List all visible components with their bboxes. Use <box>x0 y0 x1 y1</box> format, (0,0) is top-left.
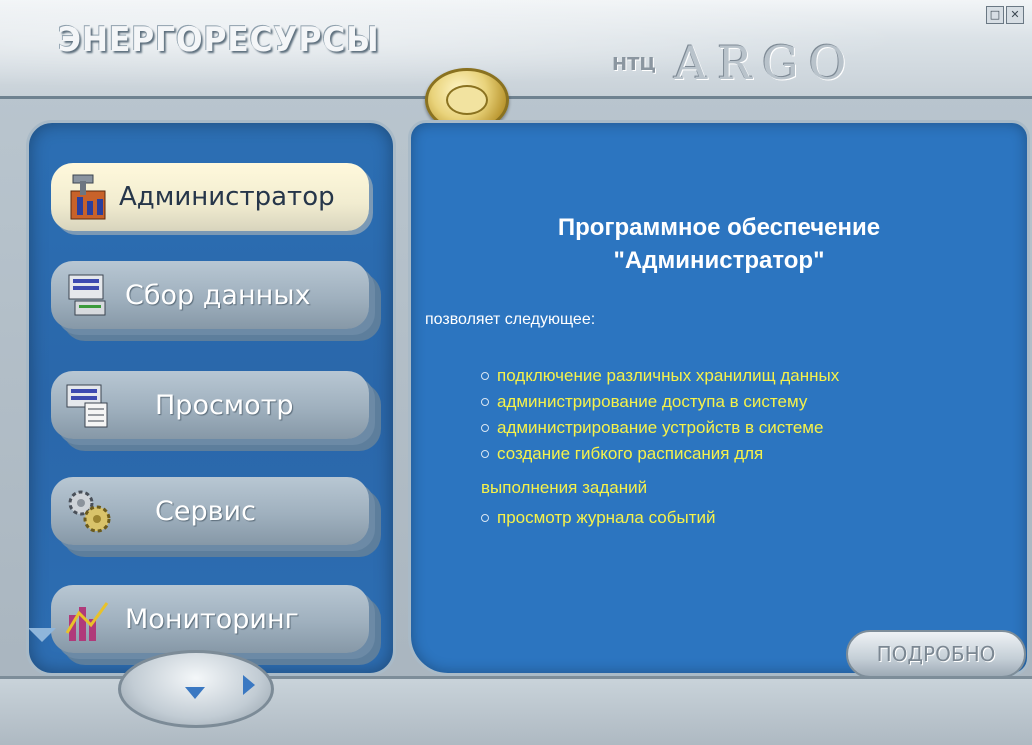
details-button-label: ПОДРОБНО <box>876 642 996 666</box>
argo-logo-text: ARGO <box>674 36 857 90</box>
sidebar-item-administrator[interactable]: Администратор <box>51 163 369 231</box>
list-item: просмотр журнала событий <box>481 505 1001 531</box>
description-panel: Программное обеспечение "Администратор" … <box>408 120 1030 676</box>
sidebar-item-view[interactable]: Просмотр <box>51 371 369 439</box>
header-bar: ЭНЕРГОРЕСУРСЫ НТЦ ARGO □ ✕ <box>0 0 1032 99</box>
sidebar-nav: Администратор Сбор данных Просмотр Серви… <box>26 120 396 676</box>
list-item: администрирование доступа в систему <box>481 389 1001 415</box>
feature-list: подключение различных хранилищ данных ад… <box>481 363 1001 531</box>
chevron-down-icon[interactable] <box>185 687 205 699</box>
maximize-button[interactable]: □ <box>986 6 1004 24</box>
view-icon <box>63 379 115 431</box>
sidebar-item-label: Сервис <box>155 495 256 527</box>
ntc-label: НТЦ <box>612 54 657 75</box>
sidebar-item-label: Мониторинг <box>125 603 299 635</box>
sidebar-item-data-collection[interactable]: Сбор данных <box>51 261 369 329</box>
sidebar-item-label: Просмотр <box>155 389 294 421</box>
sidebar-item-label: Администратор <box>119 182 335 212</box>
details-button[interactable]: ПОДРОБНО <box>846 630 1026 678</box>
list-item-text: создание гибкого расписания для <box>497 444 764 463</box>
page-title: Программное обеспечение "Администратор" <box>411 211 1027 277</box>
title-line-1: Программное обеспечение <box>557 214 881 241</box>
close-button[interactable]: ✕ <box>1006 6 1024 24</box>
brand-logo-text: ЭНЕРГОРЕСУРСЫ <box>58 20 380 60</box>
title-line-2: "Администратор" <box>613 247 825 274</box>
list-item: создание гибкого расписания для выполнен… <box>481 441 1001 501</box>
intro-text: позволяет следующее: <box>425 311 596 328</box>
sidebar-item-service[interactable]: Сервис <box>51 477 369 545</box>
data-collection-icon <box>63 269 115 321</box>
sidebar-item-monitoring[interactable]: Мониторинг <box>51 585 369 653</box>
window-controls: □ ✕ <box>986 6 1024 24</box>
scroll-down-arrow-icon[interactable] <box>28 628 56 642</box>
navigation-wheel[interactable] <box>118 650 274 728</box>
monitoring-chart-icon <box>63 593 115 645</box>
admin-icon <box>63 171 115 223</box>
list-item: администрирование устройств в системе <box>481 415 1001 441</box>
chevron-right-icon[interactable] <box>243 675 255 695</box>
sidebar-item-label: Сбор данных <box>125 279 311 311</box>
list-item: подключение различных хранилищ данных <box>481 363 1001 389</box>
list-item-continuation: выполнения заданий <box>481 478 648 497</box>
gears-icon <box>63 485 115 537</box>
